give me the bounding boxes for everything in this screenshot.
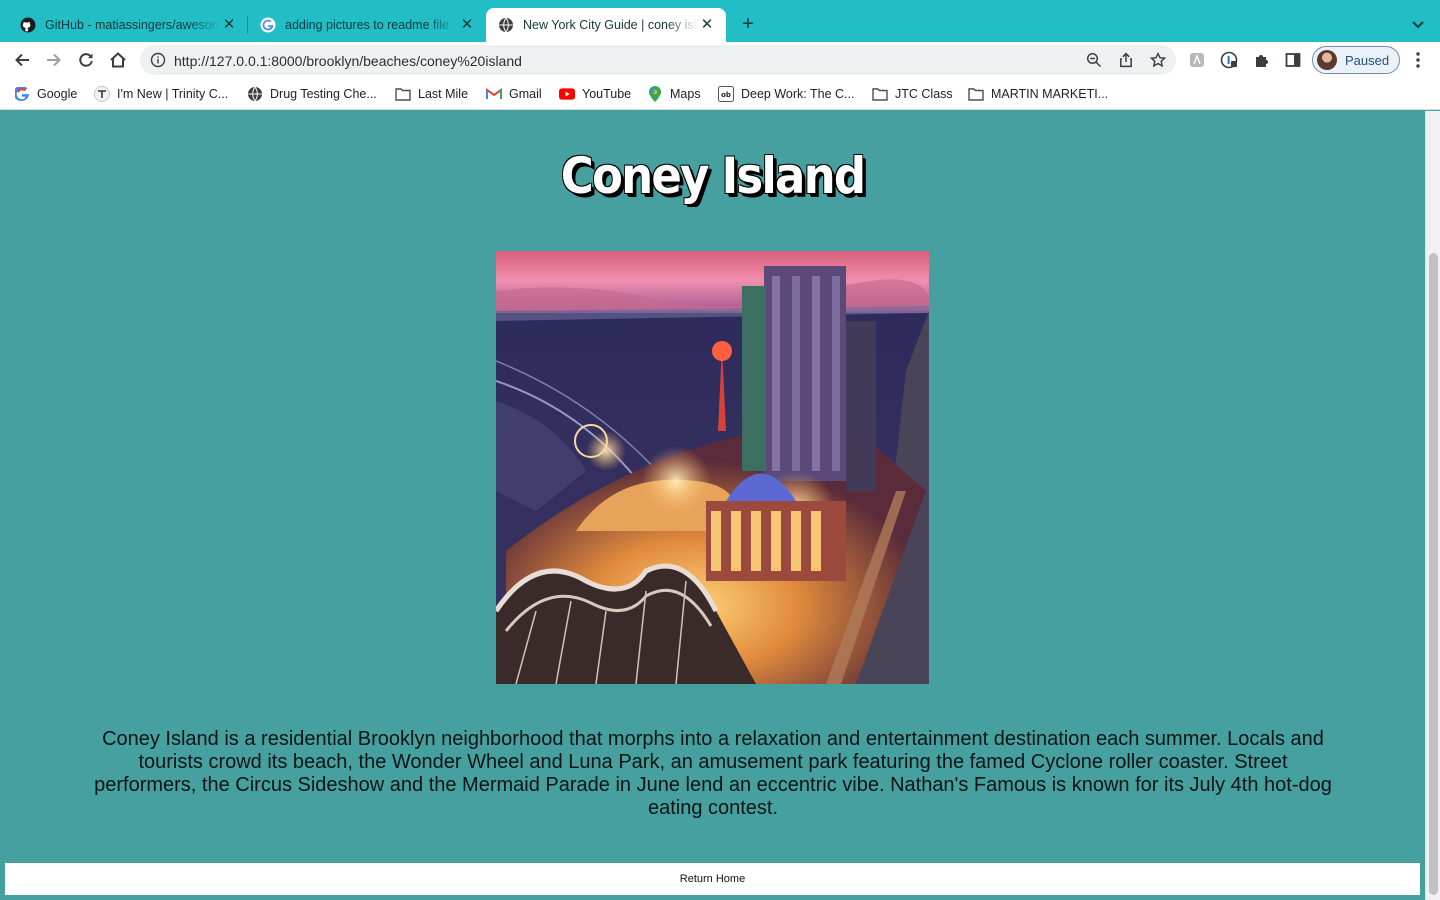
google-icon [14, 86, 30, 102]
avatar [1317, 50, 1337, 70]
bookmark-label: MARTIN MARKETI... [991, 87, 1109, 101]
bookmark-label: Google [37, 87, 78, 101]
svg-text:ob: ob [721, 91, 731, 99]
kebab-menu-icon[interactable] [1408, 50, 1428, 70]
back-button[interactable] [10, 48, 34, 72]
browser-toolbar: http://127.0.0.1:8000/brooklyn/beaches/c… [0, 42, 1440, 78]
page-title: Coney Island [560, 147, 866, 205]
scrollbar-thumb[interactable] [1429, 253, 1438, 895]
folder-icon [872, 86, 888, 102]
folder-icon [395, 86, 411, 102]
bookmark-star-icon[interactable] [1149, 51, 1167, 68]
tab-coney-island[interactable]: New York City Guide | coney island ✕ [486, 8, 726, 42]
tab-search-chevron-icon[interactable] [1406, 13, 1430, 37]
reload-icon [79, 53, 93, 67]
bookmark-gmail[interactable]: Gmail [486, 85, 542, 103]
profile-button[interactable]: Paused [1312, 46, 1400, 74]
bookmark-label: Drug Testing Che... [270, 87, 377, 101]
gmail-icon [486, 86, 502, 102]
bookmark-label: Deep Work: The C... [741, 87, 855, 101]
password-manager-icon[interactable] [1220, 51, 1238, 69]
trinity-icon [94, 86, 110, 102]
close-icon[interactable]: ✕ [698, 16, 716, 34]
bookmark-label: JTC Class [895, 87, 953, 101]
bookmark-label: I'm New | Trinity C... [117, 87, 229, 101]
tab-strip: GitHub - matiassingers/awesome-readme ✕ … [0, 0, 1440, 42]
bookmark-folder-last-mile[interactable]: Last Mile [395, 85, 468, 103]
address-bar[interactable]: http://127.0.0.1:8000/brooklyn/beaches/c… [140, 45, 1176, 75]
tab-readme[interactable]: adding pictures to readme file ✕ [248, 8, 486, 42]
google-icon [260, 17, 276, 33]
new-tab-button[interactable]: + [736, 13, 760, 37]
side-panel-icon[interactable] [1284, 51, 1302, 69]
return-home-button[interactable]: Return Home [5, 863, 1420, 895]
tab-github[interactable]: GitHub - matiassingers/awesome-readme ✕ [8, 8, 248, 42]
folder-icon [968, 86, 984, 102]
return-home-label[interactable]: Return Home [680, 873, 745, 885]
tab-title: New York City Guide | coney island [523, 18, 698, 32]
profile-status-label: Paused [1345, 52, 1390, 68]
close-icon[interactable]: ✕ [220, 16, 238, 34]
maps-icon [647, 86, 663, 102]
share-icon[interactable] [1118, 52, 1134, 68]
globe-icon [247, 86, 263, 102]
tab-title: GitHub - matiassingers/awesome-readme [45, 18, 220, 32]
bookmark-label: Last Mile [418, 87, 469, 101]
bookmark-trinity[interactable]: I'm New | Trinity C... [94, 85, 228, 103]
forward-arrow-icon [47, 53, 61, 67]
url-text[interactable]: http://127.0.0.1:8000/brooklyn/beaches/c… [174, 53, 522, 69]
extensions-puzzle-icon[interactable] [1252, 51, 1270, 69]
neighborhood-description: Coney Island is a residential Brooklyn n… [94, 728, 1332, 819]
tab-title: adding pictures to readme file [285, 18, 449, 32]
bookmark-google[interactable]: Google [14, 85, 77, 103]
forward-button[interactable] [42, 48, 66, 72]
bookmark-deep-work[interactable]: ob Deep Work: The C... [718, 85, 854, 103]
home-icon [110, 52, 126, 68]
bookmark-label: YouTube [582, 87, 632, 101]
bookmarks-bar: Google I'm New | Trinity C... Drug Testi… [0, 78, 1440, 110]
back-arrow-icon [15, 53, 29, 67]
youtube-icon [559, 86, 575, 102]
page-scrollbar[interactable] [1425, 111, 1440, 900]
reload-button[interactable] [74, 48, 98, 72]
extension-icon[interactable] [1188, 51, 1206, 69]
bookmark-label: Gmail [509, 87, 542, 101]
bookmark-youtube[interactable]: YouTube [559, 85, 631, 103]
bookmark-folder-martin[interactable]: MARTIN MARKETI... [968, 85, 1108, 103]
page-viewport: Coney Island Coney Island is a residenti… [0, 111, 1425, 900]
coney-island-photo [496, 251, 929, 684]
site-info-icon[interactable] [150, 52, 166, 68]
bookmark-folder-jtc[interactable]: JTC Class [872, 85, 953, 103]
zoom-icon[interactable] [1086, 52, 1102, 68]
ob-icon: ob [718, 86, 734, 102]
globe-icon [498, 17, 514, 33]
github-icon [20, 17, 36, 33]
bookmark-drug-testing[interactable]: Drug Testing Che... [247, 85, 377, 103]
bookmark-label: Maps [670, 87, 701, 101]
home-button[interactable] [106, 48, 130, 72]
close-icon[interactable]: ✕ [458, 16, 476, 34]
bookmark-maps[interactable]: Maps [647, 85, 701, 103]
